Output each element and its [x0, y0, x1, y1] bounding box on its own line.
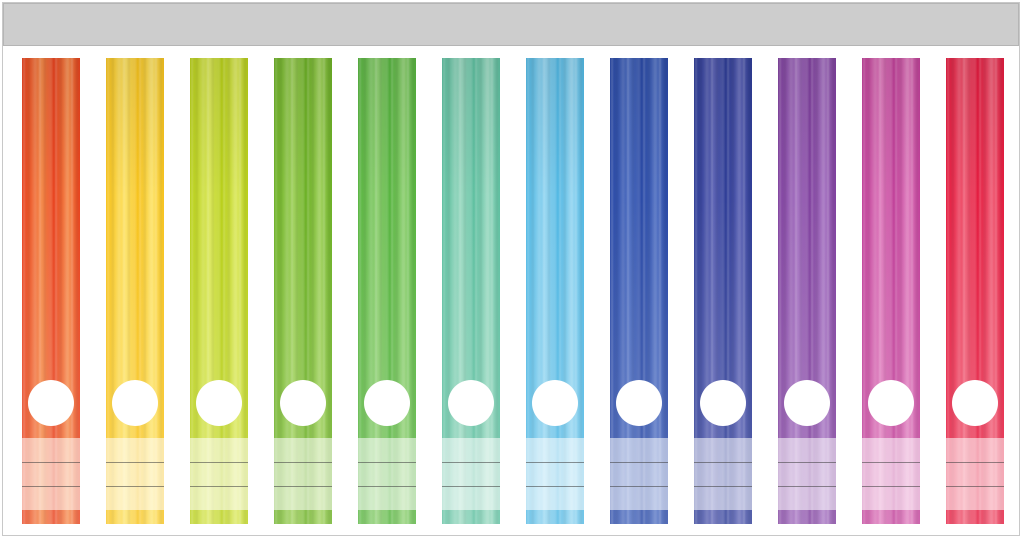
- binder-spine-green: [274, 58, 332, 524]
- spine-label-area: [442, 438, 500, 510]
- label-writing-line: [694, 462, 752, 463]
- label-writing-line: [274, 462, 332, 463]
- spine-label-area: [190, 438, 248, 510]
- spine-label-area: [358, 438, 416, 510]
- spine-label-area: [106, 438, 164, 510]
- finger-hole: [868, 380, 914, 426]
- finger-hole: [196, 380, 242, 426]
- label-writing-line: [274, 486, 332, 487]
- binder-spine-leaf-green: [358, 58, 416, 524]
- binder-spine-royal-blue: [610, 58, 668, 524]
- spine-label-area: [946, 438, 1004, 510]
- label-writing-line: [106, 486, 164, 487]
- top-bar: [3, 3, 1019, 46]
- finger-hole: [532, 380, 578, 426]
- label-writing-line: [862, 462, 920, 463]
- spine-label-area: [862, 438, 920, 510]
- label-writing-line: [946, 462, 1004, 463]
- label-writing-line: [358, 486, 416, 487]
- finger-hole: [700, 380, 746, 426]
- label-writing-line: [358, 462, 416, 463]
- finger-hole: [952, 380, 998, 426]
- label-writing-line: [610, 462, 668, 463]
- label-writing-line: [610, 486, 668, 487]
- binder-spine-lime: [190, 58, 248, 524]
- finger-hole: [364, 380, 410, 426]
- spine-label-area: [610, 438, 668, 510]
- spine-label-area: [274, 438, 332, 510]
- finger-hole: [112, 380, 158, 426]
- binder-spine-red-orange: [22, 58, 80, 524]
- label-writing-line: [190, 462, 248, 463]
- label-writing-line: [946, 486, 1004, 487]
- binder-spine-indigo: [694, 58, 752, 524]
- finger-hole: [616, 380, 662, 426]
- finger-hole: [784, 380, 830, 426]
- finger-hole: [448, 380, 494, 426]
- label-writing-line: [526, 486, 584, 487]
- binder-spine-sky-blue: [526, 58, 584, 524]
- label-writing-line: [106, 462, 164, 463]
- binder-spine-purple: [778, 58, 836, 524]
- binder-spine-crimson: [946, 58, 1004, 524]
- finger-hole: [280, 380, 326, 426]
- spine-label-area: [526, 438, 584, 510]
- label-writing-line: [22, 462, 80, 463]
- spine-label-area: [694, 438, 752, 510]
- spine-label-area: [22, 438, 80, 510]
- label-writing-line: [22, 486, 80, 487]
- label-writing-line: [442, 462, 500, 463]
- spine-label-area: [778, 438, 836, 510]
- binder-spine-yellow: [106, 58, 164, 524]
- label-writing-line: [862, 486, 920, 487]
- label-writing-line: [778, 486, 836, 487]
- label-writing-line: [526, 462, 584, 463]
- label-writing-line: [190, 486, 248, 487]
- label-writing-line: [442, 486, 500, 487]
- binder-spine-magenta: [862, 58, 920, 524]
- label-writing-line: [694, 486, 752, 487]
- binder-spine-teal: [442, 58, 500, 524]
- finger-hole: [28, 380, 74, 426]
- label-writing-line: [778, 462, 836, 463]
